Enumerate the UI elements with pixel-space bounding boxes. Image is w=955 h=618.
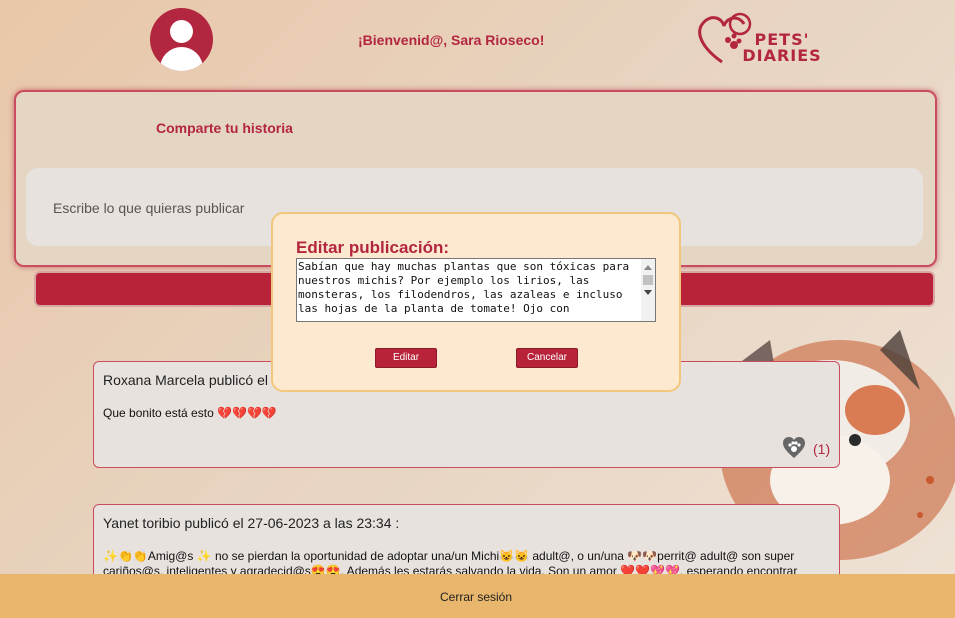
scroll-down-icon[interactable] [644, 290, 652, 295]
textarea-value: Sabían que hay muchas plantas que son tó… [298, 260, 636, 315]
logout-button[interactable]: Cerrar sesión [440, 590, 512, 604]
welcome-message: ¡Bienvenid@, Sara Rioseco! [358, 32, 545, 48]
footer: Cerrar sesión [0, 574, 955, 618]
textarea-scrollbar[interactable] [641, 259, 655, 321]
modal-title: Editar publicación: [296, 238, 450, 257]
scroll-thumb[interactable] [643, 275, 653, 285]
avatar-body [160, 47, 203, 71]
edit-post-modal: Editar publicación: Sabían que hay mucha… [271, 212, 681, 392]
paw-heart-like-icon[interactable] [783, 437, 805, 459]
avatar-head [170, 20, 193, 43]
edit-button[interactable]: Editar [375, 348, 437, 368]
post-input-placeholder: Escribe lo que quieras publicar [53, 200, 245, 216]
share-title: Comparte tu historia [156, 120, 293, 136]
post-text: Que bonito está esto 💔💔💔💔 [103, 406, 277, 420]
like-count: (1) [813, 441, 831, 457]
edit-post-textarea[interactable]: Sabían que hay muchas plantas que son tó… [296, 258, 656, 322]
post-author: Yanet toribio publicó el 27-06-2023 a la… [103, 515, 400, 531]
logo-text: PETS' DIARIES [742, 30, 822, 65]
user-avatar[interactable] [150, 8, 213, 71]
header: ¡Bienvenid@, Sara Rioseco! PETS' DIARIES [0, 0, 955, 85]
scroll-up-icon[interactable] [644, 265, 652, 270]
cancel-button[interactable]: Cancelar [516, 348, 578, 368]
post-author: Roxana Marcela publicó el [103, 372, 268, 388]
